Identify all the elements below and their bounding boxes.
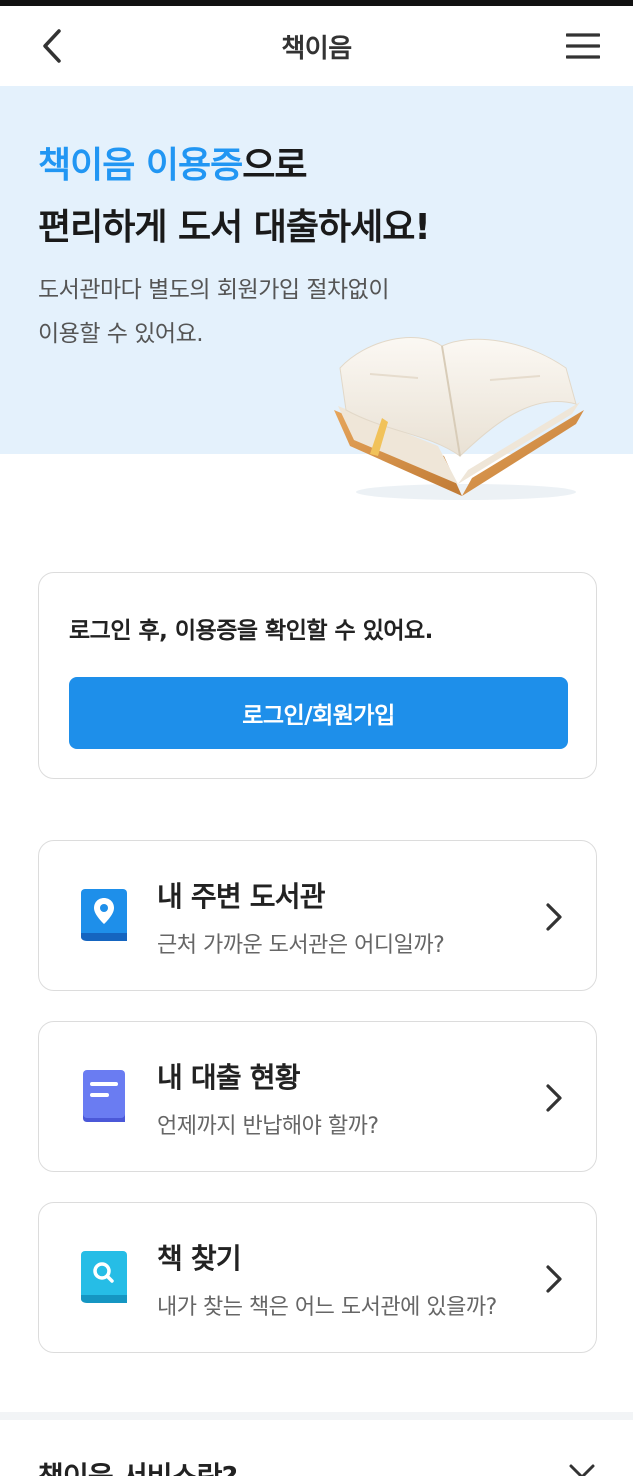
login-signup-button[interactable]: 로그인/회원가입 [69,677,568,749]
hamburger-icon [566,33,600,59]
hero-title-accent: 책이음 이용증 [38,145,243,186]
chevron-down-icon[interactable] [567,1462,597,1476]
hamburger-menu-button[interactable] [561,24,605,68]
my-loans-subtitle: 언제까지 반납해야 할까? [157,1114,379,1139]
chevron-right-icon [546,1084,562,1112]
my-loans-card[interactable]: 내 대출 현황 언제까지 반납해야 할까? [38,1021,597,1172]
find-book-subtitle: 내가 찾는 책은 어느 도서관에 있을까? [157,1295,497,1320]
search-icon [79,1249,131,1305]
open-book-illustration [334,336,584,500]
hero-title: 책이음 이용증으로 [38,136,308,188]
location-pin-icon [79,887,131,943]
hero-banner: 책이음 이용증으로 편리하게 도서 대출하세요! 도서관마다 별도의 회원가입 … [0,86,633,500]
my-loans-title: 내 대출 현황 [157,1061,301,1094]
service-intro-title[interactable]: 책이음 서비스란? [38,1455,238,1476]
hero-title-rest: 으로 [242,145,307,186]
chevron-right-icon [546,1265,562,1293]
login-message: 로그인 후, 이용증을 확인할 수 있어요. [69,618,433,644]
find-book-title: 책 찾기 [157,1242,242,1275]
find-book-card[interactable]: 책 찾기 내가 찾는 책은 어느 도서관에 있을까? [38,1202,597,1353]
login-card: 로그인 후, 이용증을 확인할 수 있어요. 로그인/회원가입 [38,572,597,779]
nearby-library-subtitle: 근처 가까운 도서관은 어디일까? [157,933,445,958]
app-bar: 책이음 [0,6,633,86]
hero-title-line2: 편리하게 도서 대출하세요! [38,207,431,248]
section-divider [0,1412,633,1420]
document-icon [79,1068,131,1124]
nearby-library-card[interactable]: 내 주변 도서관 근처 가까운 도서관은 어디일까? [38,840,597,991]
page-title: 책이음 [281,34,352,64]
chevron-right-icon [546,903,562,931]
nearby-library-title: 내 주변 도서관 [157,880,325,913]
